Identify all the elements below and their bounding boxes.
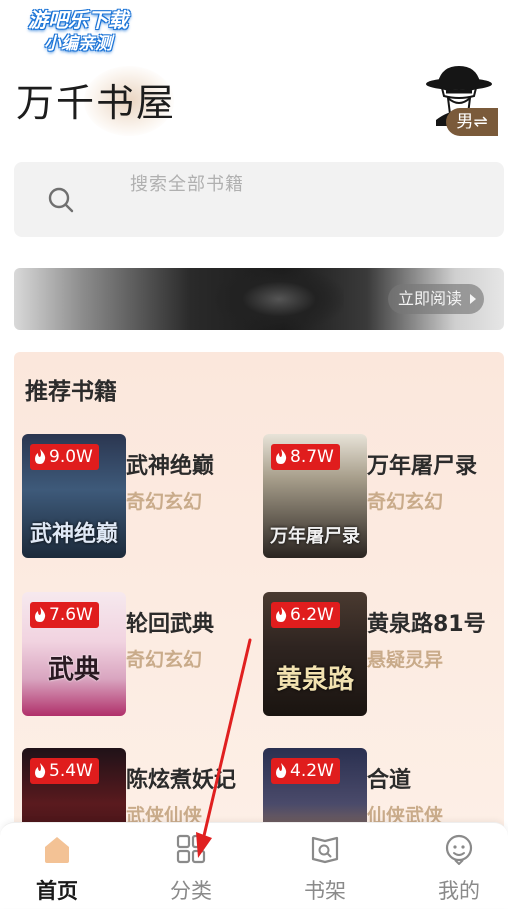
- heat-value: 5.4W: [49, 761, 93, 781]
- profile-icon: [445, 834, 473, 865]
- heat-value: 4.2W: [290, 761, 334, 781]
- heat-value: 8.7W: [290, 447, 334, 467]
- cover-title: 万年屠尸录: [270, 526, 360, 547]
- cover-title: 武神绝巅: [29, 521, 118, 547]
- book-card[interactable]: 黄泉路 6.2W 黄泉路81号 悬疑灵异: [263, 592, 503, 720]
- tab-profile[interactable]: 我的: [404, 823, 508, 909]
- book-genre: 奇幻玄幻: [367, 491, 444, 513]
- tab-label: 首页: [36, 879, 78, 903]
- user-avatar-area[interactable]: 男⇌: [420, 62, 500, 140]
- tab-label: 我的: [438, 879, 480, 903]
- tab-home[interactable]: 首页: [2, 823, 112, 909]
- read-now-button[interactable]: 立即阅读: [387, 284, 484, 314]
- book-title[interactable]: 合道: [367, 762, 411, 794]
- cover-title: 黄泉路: [275, 665, 354, 695]
- fire-icon: [35, 449, 46, 464]
- heat-badge: 7.6W: [30, 602, 99, 628]
- tab-category[interactable]: 分类: [136, 823, 246, 909]
- book-cover[interactable]: 万年屠尸录 8.7W: [263, 434, 367, 558]
- promo-banner[interactable]: 立即阅读: [14, 268, 504, 330]
- heat-badge: 8.7W: [271, 444, 340, 470]
- search-input[interactable]: 搜索全部书籍: [130, 170, 244, 196]
- fire-icon: [35, 763, 46, 778]
- cover-title: 武典: [47, 655, 100, 685]
- fire-icon: [35, 607, 46, 622]
- book-card[interactable]: 武神绝巅 9.0W 武神绝巅 奇幻玄幻: [22, 434, 262, 562]
- fire-icon: [276, 763, 287, 778]
- tab-bookshelf[interactable]: 书架: [270, 823, 380, 909]
- banner-artwork: [214, 268, 344, 330]
- book-cover[interactable]: 武典 7.6W: [22, 592, 126, 716]
- watermark-line-1: 游吧乐下载: [28, 8, 128, 32]
- heat-badge: 6.2W: [271, 602, 340, 628]
- book-card[interactable]: 万年屠尸录 8.7W 万年屠尸录 奇幻玄幻: [263, 434, 503, 562]
- heat-value: 9.0W: [49, 447, 93, 467]
- book-cover[interactable]: 武神绝巅 9.0W: [22, 434, 126, 558]
- watermark: 游吧乐下载 小编亲测: [8, 8, 148, 56]
- heat-badge: 4.2W: [271, 758, 340, 784]
- search-icon: [48, 187, 74, 213]
- book-title[interactable]: 轮回武典: [126, 606, 214, 638]
- book-title[interactable]: 黄泉路81号: [367, 606, 486, 638]
- book-title[interactable]: 万年屠尸录: [367, 448, 477, 480]
- search-bar[interactable]: 搜索全部书籍: [14, 162, 504, 237]
- book-title[interactable]: 陈炫煮妖记: [126, 762, 236, 794]
- book-title[interactable]: 武神绝巅: [126, 448, 214, 480]
- book-genre: 悬疑灵异: [367, 649, 444, 671]
- book-genre: 奇幻玄幻: [126, 649, 203, 671]
- heat-value: 7.6W: [49, 605, 93, 625]
- bottom-tab-bar: 首页 分类 书架 我的: [0, 822, 508, 908]
- book-card[interactable]: 武典 7.6W 轮回武典 奇幻玄幻: [22, 592, 262, 720]
- heat-badge: 9.0W: [30, 444, 99, 470]
- book-genre: 奇幻玄幻: [126, 491, 203, 513]
- gender-toggle-button[interactable]: 男⇌: [446, 108, 498, 136]
- tab-label: 分类: [170, 879, 212, 903]
- home-icon: [45, 837, 69, 863]
- app-logo: 万千书屋: [16, 66, 216, 136]
- heat-badge: 5.4W: [30, 758, 99, 784]
- heat-value: 6.2W: [290, 605, 334, 625]
- watermark-line-2: 小编亲测: [44, 34, 112, 54]
- category-grid-icon: [176, 834, 206, 864]
- app-logo-text: 万千书屋: [16, 81, 177, 125]
- recommended-books-section: 推荐书籍 武神绝巅 9.0W 武神绝巅 奇幻玄幻 万年屠尸录 8.7W 万年屠尸…: [14, 352, 504, 872]
- book-cover[interactable]: 黄泉路 6.2W: [263, 592, 367, 716]
- fire-icon: [276, 607, 287, 622]
- section-title: 推荐书籍: [25, 379, 117, 405]
- tab-label: 书架: [304, 879, 346, 903]
- bookshelf-icon: [311, 836, 339, 864]
- fire-icon: [276, 449, 287, 464]
